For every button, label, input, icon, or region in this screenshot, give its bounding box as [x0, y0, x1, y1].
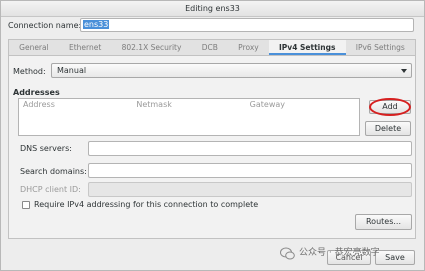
- delete-address-button[interactable]: Delete: [365, 121, 411, 136]
- tab-general[interactable]: General: [9, 40, 59, 55]
- tab-802-1x-security[interactable]: 802.1X Security: [111, 40, 191, 55]
- method-value: Manual: [57, 66, 87, 75]
- addresses-heading: Addresses: [13, 88, 60, 97]
- method-dropdown[interactable]: Manual: [51, 63, 412, 78]
- chevron-down-icon: [401, 69, 407, 73]
- dns-servers-input[interactable]: [88, 141, 412, 156]
- require-ipv4-label: Require IPv4 addressing for this connect…: [34, 200, 259, 209]
- connection-name-input[interactable]: ens33: [80, 18, 414, 32]
- connection-name-value: ens33: [83, 20, 110, 29]
- dns-servers-label: DNS servers:: [20, 144, 72, 153]
- watermark-text: 公众号 · 恭宏亮数字: [299, 248, 380, 258]
- column-netmask: Netmask: [136, 100, 172, 109]
- column-address: Address: [23, 100, 55, 109]
- routes-button[interactable]: Routes...: [355, 214, 412, 230]
- dhcp-client-id-input: [88, 182, 412, 197]
- addresses-table[interactable]: Address Netmask Gateway: [18, 98, 360, 136]
- add-address-button[interactable]: Add: [369, 100, 411, 114]
- window-title: Editing ens33: [1, 1, 424, 17]
- tab-dcb[interactable]: DCB: [192, 40, 228, 55]
- tab-proxy[interactable]: Proxy: [228, 40, 269, 55]
- search-domains-input[interactable]: [88, 163, 412, 178]
- dhcp-client-id-label: DHCP client ID:: [20, 185, 81, 194]
- wechat-icon: [280, 247, 295, 260]
- require-ipv4-checkbox[interactable]: [22, 201, 30, 209]
- settings-tabs: General Ethernet 802.1X Security DCB Pro…: [8, 39, 416, 55]
- save-button[interactable]: Save: [375, 250, 415, 265]
- addresses-table-header: Address Netmask Gateway: [19, 99, 359, 110]
- search-domains-label: Search domains:: [20, 167, 87, 176]
- tab-ipv6-settings[interactable]: IPv6 Settings: [346, 40, 415, 55]
- method-label: Method:: [13, 67, 46, 76]
- connection-name-label: Connection name:: [8, 21, 82, 30]
- tab-ipv4-settings[interactable]: IPv4 Settings: [268, 40, 346, 55]
- column-gateway: Gateway: [249, 100, 285, 109]
- tab-ethernet[interactable]: Ethernet: [59, 40, 112, 55]
